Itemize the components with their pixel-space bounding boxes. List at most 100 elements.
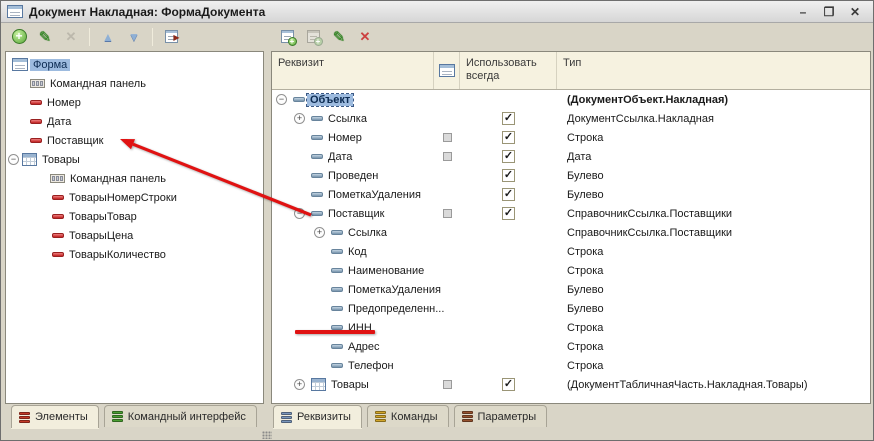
tree-item-товарыколичество[interactable]: ТоварыКоличество — [6, 245, 263, 264]
tree-item-label: Товары — [42, 153, 80, 166]
tree-item-товарытовар[interactable]: ТоварыТовар — [6, 207, 263, 226]
splitter-grip[interactable] — [262, 431, 272, 439]
tree-item-label: Номер — [47, 96, 81, 109]
attribute-type: Булево — [567, 188, 604, 201]
column-header-form-element[interactable] — [434, 52, 460, 89]
attribute-dash-icon — [331, 268, 343, 273]
attribute-type: Булево — [567, 283, 604, 296]
attribute-row-проведен[interactable]: Проведен ✓ Булево — [272, 166, 870, 185]
attributes-edit-button[interactable]: ✎ — [329, 27, 349, 47]
x-icon: ✕ — [65, 28, 77, 44]
attribute-label: Поставщик — [328, 207, 385, 220]
attribute-row-код[interactable]: Код Строка — [272, 242, 870, 261]
form-icon — [12, 58, 28, 71]
tab-параметры[interactable]: Параметры — [453, 405, 548, 427]
tab-элементы[interactable]: Элементы — [11, 405, 99, 428]
attribute-row-дата[interactable]: Дата ✓ Дата — [272, 147, 870, 166]
attribute-label: Ссылка — [348, 226, 387, 239]
tree-item-label: Поставщик — [47, 134, 104, 147]
attribute-label: Объект — [305, 92, 355, 107]
elements-delete-button[interactable]: ✕ — [61, 27, 81, 47]
collapse-icon[interactable]: − — [294, 208, 305, 219]
elements-add-button[interactable]: + — [9, 27, 29, 47]
tab-label: Реквизиты — [297, 411, 351, 423]
tab-реквизиты[interactable]: Реквизиты — [273, 405, 362, 428]
tab-label: Командный интерфейс — [127, 410, 246, 423]
attribute-row-предопределенн...[interactable]: Предопределенн... Булево — [272, 299, 870, 318]
attribute-label: Ссылка — [328, 112, 367, 125]
toolbar-separator — [89, 27, 90, 46]
tree-item-командная панель[interactable]: Командная панель — [6, 169, 263, 188]
expand-icon[interactable]: + — [294, 113, 305, 124]
collapse-icon[interactable]: − — [8, 154, 19, 165]
attribute-dash-icon — [331, 230, 343, 235]
attribute-row-пометкаудаления[interactable]: ПометкаУдаления ✓ Булево — [272, 185, 870, 204]
attribute-row-номер[interactable]: Номер ✓ Строка — [272, 128, 870, 147]
use-always-checkbox[interactable]: ✓ — [502, 169, 515, 182]
attribute-type: (ДокументТабличнаяЧасть.Накладная.Товары… — [567, 378, 808, 391]
attribute-label: Код — [348, 245, 367, 258]
attribute-dash-icon — [293, 97, 305, 102]
tree-item-товарыцена[interactable]: ТоварыЦена — [6, 226, 263, 245]
elements-check-form-button[interactable]: ▶ — [161, 27, 181, 47]
tree-item-дата[interactable]: Дата — [6, 112, 263, 131]
use-always-checkbox[interactable]: ✓ — [502, 112, 515, 125]
use-always-checkbox[interactable]: ✓ — [502, 378, 515, 391]
attribute-row-ссылка[interactable]: + Ссылка СправочникСсылка.Поставщики — [272, 223, 870, 242]
tree-item-товары[interactable]: − Товары — [6, 150, 263, 169]
tree-item-номер[interactable]: Номер — [6, 93, 263, 112]
tree-item-товарыномерстроки[interactable]: ТоварыНомерСтроки — [6, 188, 263, 207]
attributes-delete-button[interactable]: ✕ — [355, 27, 375, 47]
tab-командный-интерфейс[interactable]: Командный интерфейс — [103, 405, 257, 427]
expand-icon[interactable]: + — [294, 379, 305, 390]
column-header-type[interactable]: Тип — [557, 52, 870, 89]
attribute-row-объект[interactable]: − Объект (ДокументОбъект.Накладная) — [272, 90, 870, 109]
attribute-dash-icon — [311, 173, 323, 178]
attribute-dash-icon — [331, 306, 343, 311]
column-header-use-always[interactable]: Использовать всегда — [460, 52, 557, 89]
attributes-add-attribute-button[interactable]: + — [277, 27, 297, 47]
tree-item-поставщик[interactable]: Поставщик — [6, 131, 263, 150]
attribute-row-телефон[interactable]: Телефон Строка — [272, 356, 870, 375]
column-header-attribute[interactable]: Реквизит — [272, 52, 434, 89]
attribute-dash-icon — [311, 211, 323, 216]
use-always-checkbox[interactable]: ✓ — [502, 207, 515, 220]
collapse-icon[interactable]: − — [276, 94, 287, 105]
attribute-row-пометкаудаления[interactable]: ПометкаУдаления Булево — [272, 280, 870, 299]
use-always-checkbox[interactable]: ✓ — [502, 150, 515, 163]
attribute-type: СправочникСсылка.Поставщики — [567, 207, 733, 220]
attribute-row-адрес[interactable]: Адрес Строка — [272, 337, 870, 356]
attribute-row-ссылка[interactable]: + Ссылка ✓ ДокументСсылка.Накладная — [272, 109, 870, 128]
use-always-checkbox[interactable]: ✓ — [502, 188, 515, 201]
window-form-icon — [7, 5, 23, 18]
use-always-checkbox[interactable]: ✓ — [502, 131, 515, 144]
attribute-row-инн[interactable]: ИНН Строка — [272, 318, 870, 337]
attribute-row-поставщик[interactable]: − Поставщик ✓ СправочникСсылка.Поставщики — [272, 204, 870, 223]
close-button[interactable]: ✕ — [847, 4, 863, 20]
maximize-button[interactable]: ❐ — [821, 4, 837, 20]
form-designer-window: Документ Накладная: ФормаДокумента – ❐ ✕… — [0, 0, 874, 441]
elements-edit-button[interactable]: ✎ — [35, 27, 55, 47]
attribute-type: Строка — [567, 340, 604, 353]
attribute-label: Проведен — [328, 169, 379, 182]
attribute-row-наименование[interactable]: Наименование Строка — [272, 261, 870, 280]
dash-red-icon — [52, 195, 64, 200]
expand-icon[interactable]: + — [314, 227, 325, 238]
elements-move-up-button[interactable]: ▲ — [98, 27, 118, 47]
attribute-type: Строка — [567, 131, 604, 144]
attribute-dash-icon — [331, 249, 343, 254]
attributes-copy-attribute-button[interactable]: + — [303, 27, 323, 47]
attribute-dash-icon — [311, 116, 323, 121]
minimize-button[interactable]: – — [795, 4, 811, 20]
elements-tree: Форма Командная панель Номер Дата Поставщик −… — [6, 55, 263, 264]
elements-move-down-button[interactable]: ▼ — [124, 27, 144, 47]
layers-icon — [111, 410, 123, 423]
tab-команды[interactable]: Команды — [366, 405, 449, 427]
tree-item-форма[interactable]: Форма — [6, 55, 263, 74]
attributes-toolbar: + + ✎ ✕ — [273, 23, 379, 50]
attribute-row-товары[interactable]: + Товары ✓ (ДокументТабличнаяЧасть.Накладна… — [272, 375, 870, 394]
attribute-label: Товары — [331, 378, 369, 391]
panel-splitter[interactable] — [264, 51, 271, 404]
attribute-type: Булево — [567, 169, 604, 182]
tree-item-командная панель[interactable]: Командная панель — [6, 74, 263, 93]
